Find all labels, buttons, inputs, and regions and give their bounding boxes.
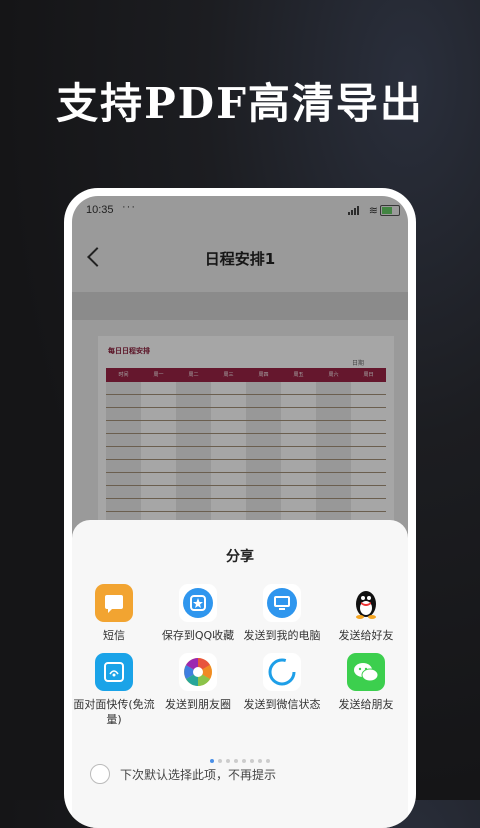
phone-frame: 10:35 ··· ≋ 日程安排1 每日日程安排 日期 时间 周一 周二 周三 — [64, 188, 416, 828]
face-to-face-transfer-icon — [95, 653, 133, 691]
share-moments[interactable]: 发送到朋友圈 — [156, 653, 240, 727]
sms-icon — [95, 584, 133, 622]
share-sms[interactable]: 短信 — [72, 584, 156, 643]
share-grid: 短信 保存到QQ收藏 发送到我的电脑 发送给好友 面对面快传(免流量) 发送到朋… — [72, 584, 408, 737]
headline: 支持PDF高清导出 — [56, 79, 424, 128]
share-label: 发送到我的电脑 — [243, 629, 321, 642]
wechat-status-icon — [263, 653, 301, 691]
qq-favorites-icon — [179, 584, 217, 622]
share-label: 发送给好友 — [338, 629, 394, 642]
default-checkbox[interactable] — [90, 764, 110, 784]
share-my-computer[interactable]: 发送到我的电脑 — [240, 584, 324, 643]
share-label: 发送到微信状态 — [243, 698, 321, 711]
share-face-to-face[interactable]: 面对面快传(免流量) — [72, 653, 156, 727]
default-choice-row[interactable]: 下次默认选择此项，不再提示 — [90, 764, 276, 784]
share-wechat-friend[interactable]: 发送给朋友 — [324, 653, 408, 727]
share-label: 发送给朋友 — [338, 698, 394, 711]
moments-icon — [179, 653, 217, 691]
share-sheet: 分享 短信 保存到QQ收藏 发送到我的电脑 发送给好友 面对面快传(免流量) 发… — [72, 520, 408, 828]
share-title: 分享 — [226, 549, 254, 565]
share-qq-favorites[interactable]: 保存到QQ收藏 — [156, 584, 240, 643]
default-checkbox-label: 下次默认选择此项，不再提示 — [120, 767, 277, 782]
share-label: 面对面快传(免流量) — [73, 698, 155, 726]
share-row: 短信 保存到QQ收藏 发送到我的电脑 发送给好友 — [72, 584, 408, 643]
wechat-icon — [347, 653, 385, 691]
share-wechat-status[interactable]: 发送到微信状态 — [240, 653, 324, 727]
share-label: 保存到QQ收藏 — [161, 629, 235, 642]
qq-penguin-icon — [347, 584, 385, 622]
share-qq-friend[interactable]: 发送给好友 — [324, 584, 408, 643]
share-label: 发送到朋友圈 — [165, 698, 231, 711]
share-row: 面对面快传(免流量) 发送到朋友圈 发送到微信状态 发送给朋友 — [72, 653, 408, 727]
phone-screen: 10:35 ··· ≋ 日程安排1 每日日程安排 日期 时间 周一 周二 周三 — [72, 196, 408, 828]
my-computer-icon — [263, 584, 301, 622]
share-label: 短信 — [103, 629, 125, 642]
